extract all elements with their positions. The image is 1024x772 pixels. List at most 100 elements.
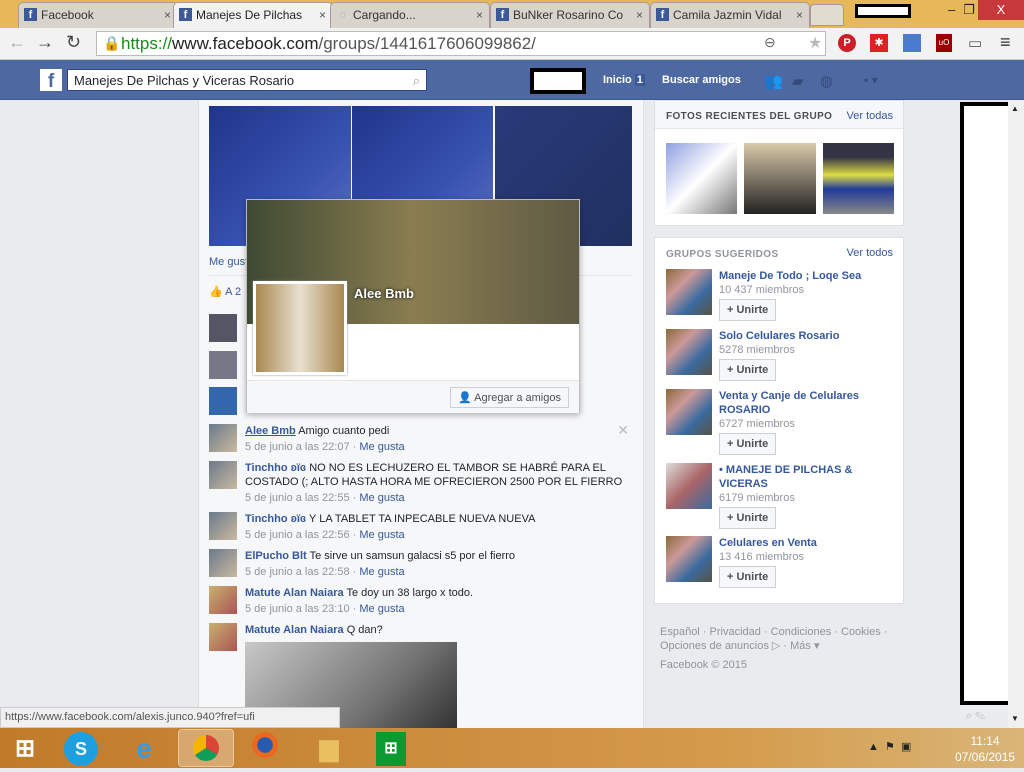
close-window-button[interactable]: X [978, 0, 1024, 20]
search-input[interactable]: Manejes De Pilchas y Viceras Rosario ⌕ [67, 69, 427, 91]
chat-search-icon[interactable]: ⌕ ✎ [966, 710, 985, 723]
notifications-icon[interactable]: ◍ [820, 72, 833, 90]
avatar[interactable] [209, 351, 237, 379]
pinterest-icon[interactable]: P [838, 34, 856, 52]
tab-facebook[interactable]: f Facebook × [18, 2, 178, 28]
comment-author[interactable]: Matute Alan Naiara [245, 587, 344, 599]
avatar[interactable] [209, 623, 237, 651]
menu-icon[interactable]: ≡ [1000, 32, 1011, 53]
clock[interactable]: 11:14 07/06/2015 [955, 733, 1015, 765]
avatar[interactable] [209, 387, 237, 415]
comment-author[interactable]: Tinchho ʚïɞ [245, 462, 306, 474]
skype-icon[interactable]: S [64, 732, 98, 766]
avatar[interactable] [209, 314, 237, 342]
group-thumbnail[interactable] [666, 389, 712, 435]
scroll-down-icon[interactable]: ▼ [1011, 714, 1019, 723]
file-explorer-icon[interactable]: ▆ [312, 732, 346, 766]
store-icon[interactable]: ⊞ [376, 732, 406, 766]
facebook-icon: f [656, 8, 669, 21]
internet-explorer-icon[interactable]: e [127, 732, 161, 766]
ublock-icon[interactable]: uO [936, 34, 952, 52]
settings-dropdown-icon[interactable]: ▪ ▾ [864, 73, 878, 87]
bookmark-star-icon[interactable]: ★ [808, 33, 822, 53]
like-link[interactable]: Me gusta [359, 603, 404, 615]
join-group-button[interactable]: + Unirte [719, 566, 777, 588]
suggested-group: Celulares en Venta 13 416 miembros + Unirt… [666, 536, 896, 588]
footer-links[interactable]: Español · Privacidad · Condiciones · Coo… [660, 625, 887, 639]
tab-loading[interactable]: ◌ Cargando... × [330, 2, 490, 28]
see-all-groups-link[interactable]: Ver todos [847, 247, 893, 259]
avatar[interactable] [209, 424, 237, 452]
tab-bunker[interactable]: f BuNker Rosarino Co × [490, 2, 650, 28]
avatar[interactable] [209, 586, 237, 614]
lock-icon: 🔒 [103, 35, 121, 51]
lastpass-icon[interactable]: ✱ [870, 34, 888, 52]
comment-text: Q dan? [346, 624, 383, 636]
likes-summary[interactable]: 👍 A 2 [209, 285, 241, 298]
scroll-up-icon[interactable]: ▲ [1011, 104, 1019, 113]
comment-text: Te sirve un samsun galacsi s5 por el fie… [309, 550, 516, 562]
join-group-button[interactable]: + Unirte [719, 299, 777, 321]
add-friend-button[interactable]: 👤 Agregar a amigos [450, 387, 569, 408]
nav-home[interactable]: Inicio 1 [603, 74, 645, 86]
scrollbar[interactable] [1008, 100, 1024, 728]
comment-author[interactable]: Alee Bmb [245, 425, 296, 437]
avatar[interactable] [209, 461, 237, 489]
start-button[interactable]: ⊞ [8, 732, 42, 766]
recent-photo[interactable] [666, 143, 737, 214]
close-icon[interactable]: × [476, 8, 483, 22]
profile-name[interactable]: Alee Bmb [354, 286, 414, 301]
comment-author[interactable]: Tinchho ʚïɞ [245, 513, 306, 525]
maximize-button[interactable]: ❐ [956, 2, 975, 18]
search-icon[interactable]: ⌕ [413, 73, 420, 89]
recent-photo[interactable] [823, 143, 894, 214]
suggested-group: Solo Celulares Rosario 5278 miembros + Uni… [666, 329, 896, 381]
comment-author[interactable]: ElPucho Blt [245, 550, 307, 562]
group-thumbnail[interactable] [666, 536, 712, 582]
join-group-button[interactable]: + Unirte [719, 433, 777, 455]
join-group-button[interactable]: + Unirte [719, 507, 777, 529]
comment: Alee Bmb Amigo cuanto pedi 5 de junio a l… [209, 422, 629, 454]
zoom-icon[interactable]: ⊖ [764, 34, 776, 51]
group-thumbnail[interactable] [666, 463, 712, 509]
like-link[interactable]: Me gust [209, 256, 248, 268]
chrome-icon[interactable] [178, 729, 234, 767]
new-tab-button[interactable] [810, 4, 844, 26]
comment-author[interactable]: Matute Alan Naiara [245, 624, 344, 636]
forward-button[interactable]: → [36, 32, 54, 53]
recent-photo[interactable] [744, 143, 816, 214]
close-icon[interactable]: × [796, 8, 803, 22]
group-thumbnail[interactable] [666, 329, 712, 375]
profile-picture[interactable] [253, 281, 347, 375]
tab-camila[interactable]: f Camila Jazmin Vidal × [650, 2, 810, 28]
nav-find-friends[interactable]: Buscar amigos [662, 74, 741, 86]
reload-button[interactable]: ↻ [66, 32, 81, 53]
close-icon[interactable]: × [319, 8, 326, 22]
close-icon[interactable]: × [164, 8, 171, 22]
see-all-photos-link[interactable]: Ver todas [847, 110, 893, 122]
thumbs-up-icon: 👍 [209, 286, 223, 298]
cast-icon[interactable]: ▭ [968, 34, 982, 52]
like-link[interactable]: Me gusta [359, 441, 404, 453]
group-thumbnail[interactable] [666, 269, 712, 315]
like-link[interactable]: Me gusta [359, 566, 404, 578]
like-link[interactable]: Me gusta [359, 529, 404, 541]
tray-icons[interactable]: ▲ ⚑ ▣ [868, 740, 911, 753]
tab-manejes[interactable]: f Manejes De Pilchas × [173, 2, 333, 28]
firefox-icon[interactable] [248, 732, 282, 766]
friend-requests-icon[interactable]: 👥 [764, 72, 791, 90]
comment-text: Amigo cuanto pedi [298, 425, 390, 437]
close-icon[interactable]: × [636, 8, 643, 22]
avatar[interactable] [209, 549, 237, 577]
address-bar[interactable]: 🔒 https://www.facebook.com/groups/1441617… [96, 31, 826, 56]
messages-icon[interactable]: ▰ [792, 72, 804, 90]
minimize-button[interactable]: – [948, 2, 955, 17]
close-icon[interactable]: ✕ [617, 422, 629, 439]
join-group-button[interactable]: + Unirte [719, 359, 777, 381]
extension-icon[interactable] [903, 34, 921, 52]
footer-links[interactable]: Opciones de anuncios ▷ · Más ▾ [660, 639, 887, 653]
like-link[interactable]: Me gusta [359, 492, 404, 504]
back-button[interactable]: ← [8, 32, 26, 53]
avatar[interactable] [209, 512, 237, 540]
facebook-logo[interactable]: f [40, 69, 62, 92]
